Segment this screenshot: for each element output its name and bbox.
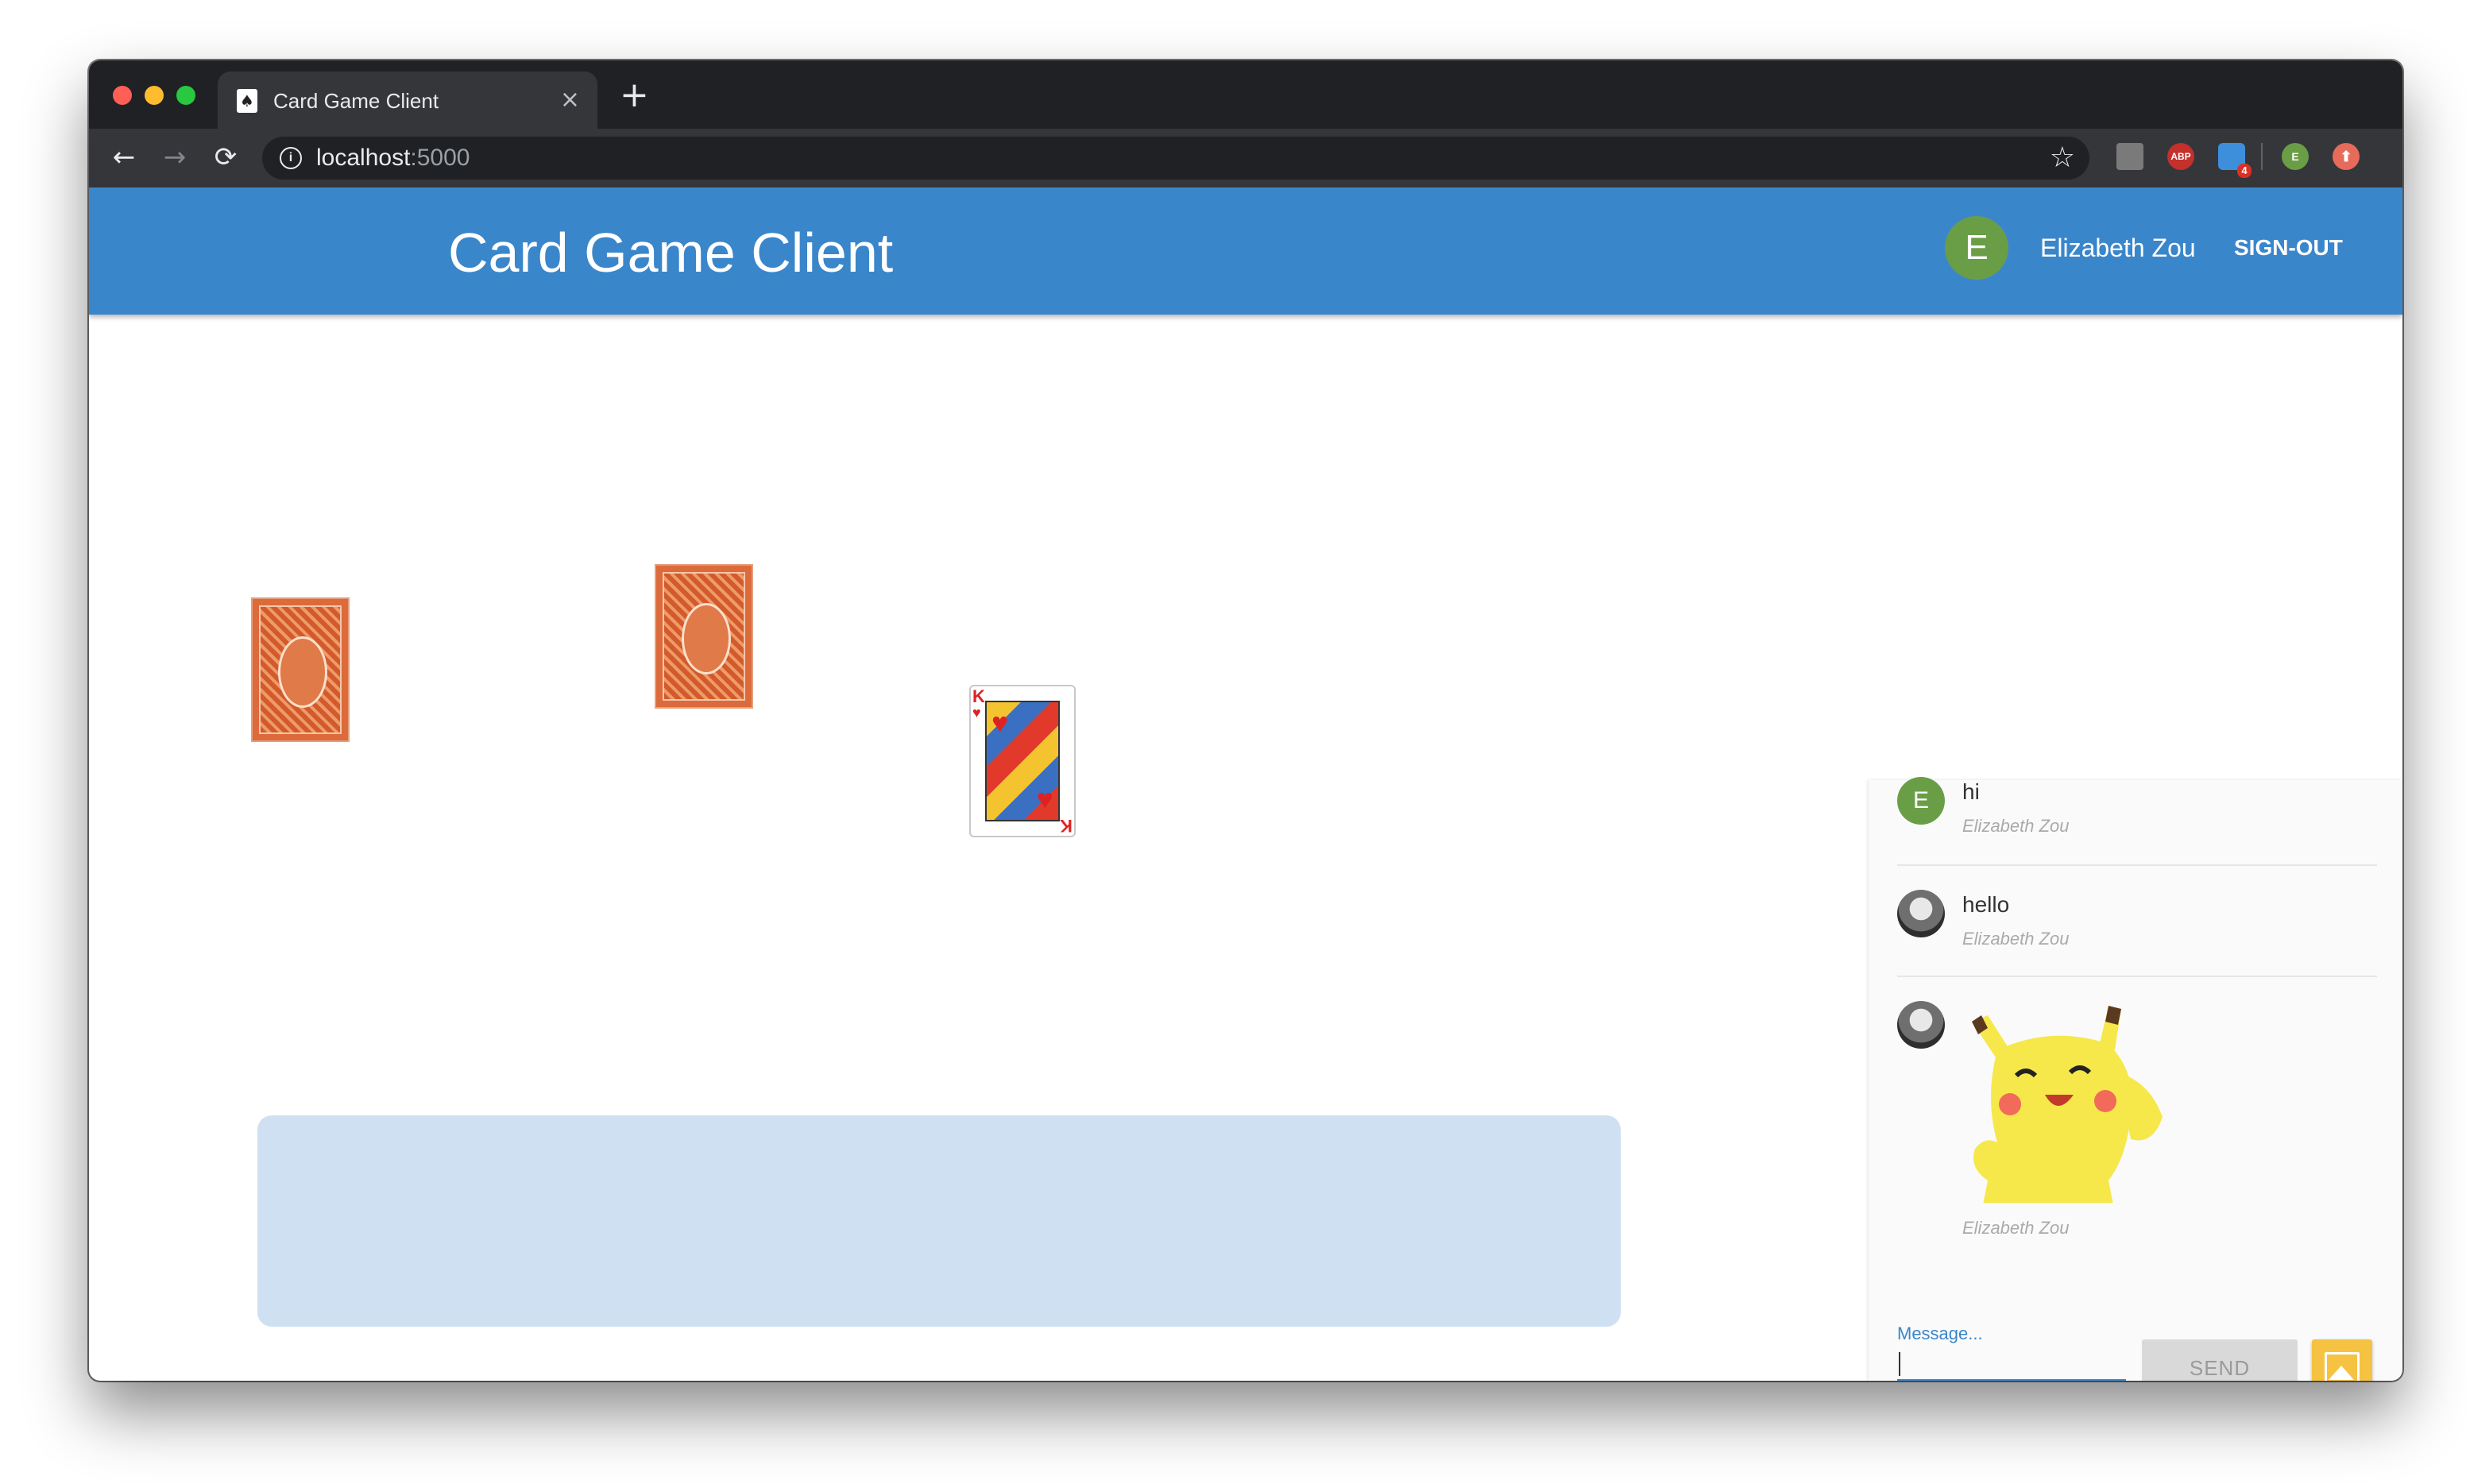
info-icon[interactable]: i: [280, 147, 302, 169]
app-header: Card Game Client E Elizabeth Zou SIGN-OU…: [89, 187, 2402, 315]
tab-card-game-client[interactable]: ♠ Card Game Client ×: [218, 71, 597, 129]
user-name: Elizabeth Zou: [2040, 234, 2196, 262]
horse-avatar: [1897, 890, 1945, 937]
url-host: localhost: [316, 145, 411, 171]
reload-button[interactable]: ⟳: [208, 140, 243, 175]
extension-icon[interactable]: [2116, 143, 2143, 170]
send-button[interactable]: SEND: [2142, 1339, 2298, 1381]
hand-drop-zone[interactable]: [257, 1115, 1621, 1327]
card-back-2[interactable]: [655, 564, 753, 709]
text-caret: [1899, 1352, 1900, 1376]
heart-icon: ♥: [1036, 783, 1053, 815]
new-tab-button[interactable]: +: [620, 78, 649, 113]
adblock-plus-icon[interactable]: ABP: [2167, 143, 2194, 170]
send-image-button[interactable]: [2312, 1339, 2372, 1381]
tab-strip: ♠ Card Game Client × +: [89, 60, 2402, 129]
avatar[interactable]: E: [1945, 216, 2008, 280]
chat-panel: E hi Elizabeth Zou hello Elizabeth Zou E…: [1869, 777, 2402, 1381]
pikachu-image[interactable]: [1962, 1003, 2166, 1212]
message-text: hi: [1962, 779, 1980, 804]
tasks-extension-icon[interactable]: 4: [2218, 143, 2251, 178]
message-divider: [1897, 864, 2377, 866]
message-author: Elizabeth Zou: [1962, 1218, 2070, 1238]
message-author: Elizabeth Zou: [1962, 816, 2070, 836]
tab-title: Card Game Client: [273, 89, 439, 113]
heart-icon: ♥: [991, 706, 1009, 739]
tasks-badge: 4: [2237, 164, 2251, 178]
image-icon: [2325, 1352, 2360, 1381]
browser-window: ♠ Card Game Client × + ← → ⟳ i localhost…: [89, 60, 2402, 1381]
forward-button[interactable]: →: [157, 140, 192, 175]
message-input-label: Message...: [1897, 1324, 1983, 1343]
minimize-window-button[interactable]: [145, 86, 164, 105]
sign-out-button[interactable]: SIGN-OUT: [2234, 234, 2343, 262]
card-back-1[interactable]: [251, 597, 350, 742]
update-icon[interactable]: ⬆: [2333, 143, 2360, 170]
king-of-hearts-card[interactable]: K ♥ ♥ ♥ K: [969, 685, 1076, 837]
king-face-art: ♥ ♥: [985, 701, 1060, 821]
url-port: :5000: [410, 145, 470, 171]
page-title: Card Game Client: [448, 222, 894, 284]
card-rank: K: [1060, 816, 1073, 836]
close-window-button[interactable]: [113, 86, 132, 105]
card-suit: ♥: [972, 705, 981, 721]
address-bar[interactable]: i localhost:5000 ☆: [262, 137, 2089, 180]
profile-avatar-icon[interactable]: E: [2282, 143, 2309, 170]
card-rank: K: [972, 686, 985, 706]
browser-toolbar: ← → ⟳ i localhost:5000 ☆ ABP 4 E ⬆: [89, 129, 2402, 187]
maximize-window-button[interactable]: [176, 86, 195, 105]
avatar: E: [1897, 777, 1945, 825]
back-button[interactable]: ←: [106, 140, 141, 175]
spade-favicon-icon: ♠: [237, 89, 257, 113]
card-back-medallion: [278, 636, 327, 708]
message-divider: [1897, 976, 2377, 977]
bookmark-star-icon[interactable]: ☆: [2050, 141, 2075, 175]
toolbar-separator: [2261, 143, 2263, 170]
message-input[interactable]: [1897, 1347, 2126, 1381]
message-author: Elizabeth Zou: [1962, 929, 2070, 949]
url-text: localhost:5000: [316, 145, 470, 171]
horse-avatar: [1897, 1001, 1945, 1049]
card-back-medallion: [682, 603, 731, 674]
message-text: hello: [1962, 892, 2010, 917]
tab-close-icon[interactable]: ×: [560, 86, 580, 114]
